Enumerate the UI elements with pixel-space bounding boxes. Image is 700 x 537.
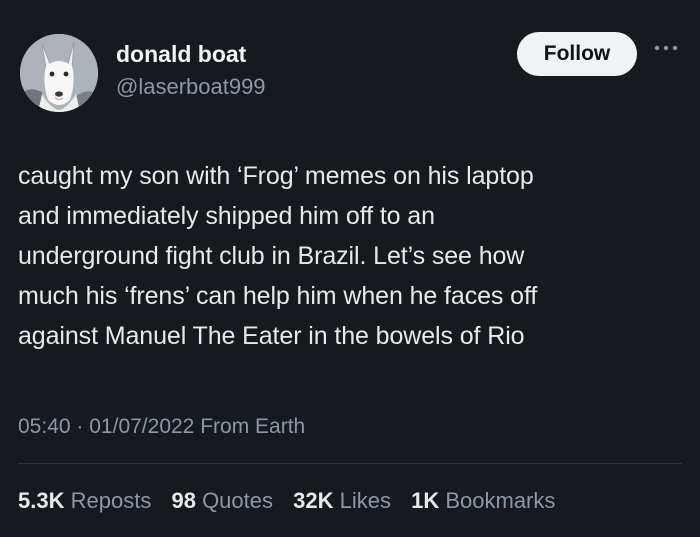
stat-value: 5.3K bbox=[18, 488, 65, 513]
follow-button[interactable]: Follow bbox=[517, 32, 637, 76]
stat-likes[interactable]: 32K Likes bbox=[293, 488, 397, 513]
stat-label: Reposts bbox=[70, 488, 152, 513]
bull-terrier-avatar-icon bbox=[20, 34, 98, 112]
more-dots-icon[interactable] bbox=[651, 40, 681, 56]
tweet-date[interactable]: 01/07/2022 bbox=[89, 415, 194, 438]
user-handle[interactable]: @laserboat999 bbox=[116, 72, 266, 102]
stat-label: Quotes bbox=[202, 488, 273, 513]
author-names[interactable]: donald boat @laserboat999 bbox=[116, 40, 266, 102]
engagement-stats: 5.3K Reposts 98 Quotes 32K Likes 1K Book… bbox=[18, 488, 569, 514]
meta-separator: · bbox=[76, 415, 84, 438]
tweet-source: From Earth bbox=[200, 415, 306, 438]
tweet-meta: 05:40 · 01/07/2022 From Earth bbox=[18, 415, 305, 439]
tweet-time[interactable]: 05:40 bbox=[18, 415, 71, 438]
stat-value: 98 bbox=[171, 488, 196, 513]
stat-reposts[interactable]: 5.3K Reposts bbox=[18, 488, 157, 513]
stat-label: Bookmarks bbox=[445, 488, 556, 513]
tweet-text: caught my son with ‘Frog’ memes on his l… bbox=[18, 162, 538, 350]
stat-value: 1K bbox=[411, 488, 440, 513]
tweet-header: donald boat @laserboat999 Follow bbox=[0, 0, 700, 120]
stat-value: 32K bbox=[293, 488, 334, 513]
stat-bookmarks[interactable]: 1K Bookmarks bbox=[411, 488, 555, 513]
stat-quotes[interactable]: 98 Quotes bbox=[171, 488, 279, 513]
stat-label: Likes bbox=[339, 488, 391, 513]
display-name[interactable]: donald boat bbox=[116, 40, 266, 68]
avatar[interactable] bbox=[20, 34, 98, 112]
tweet-card: donald boat @laserboat999 Follow caught … bbox=[0, 0, 700, 537]
divider bbox=[18, 463, 682, 464]
